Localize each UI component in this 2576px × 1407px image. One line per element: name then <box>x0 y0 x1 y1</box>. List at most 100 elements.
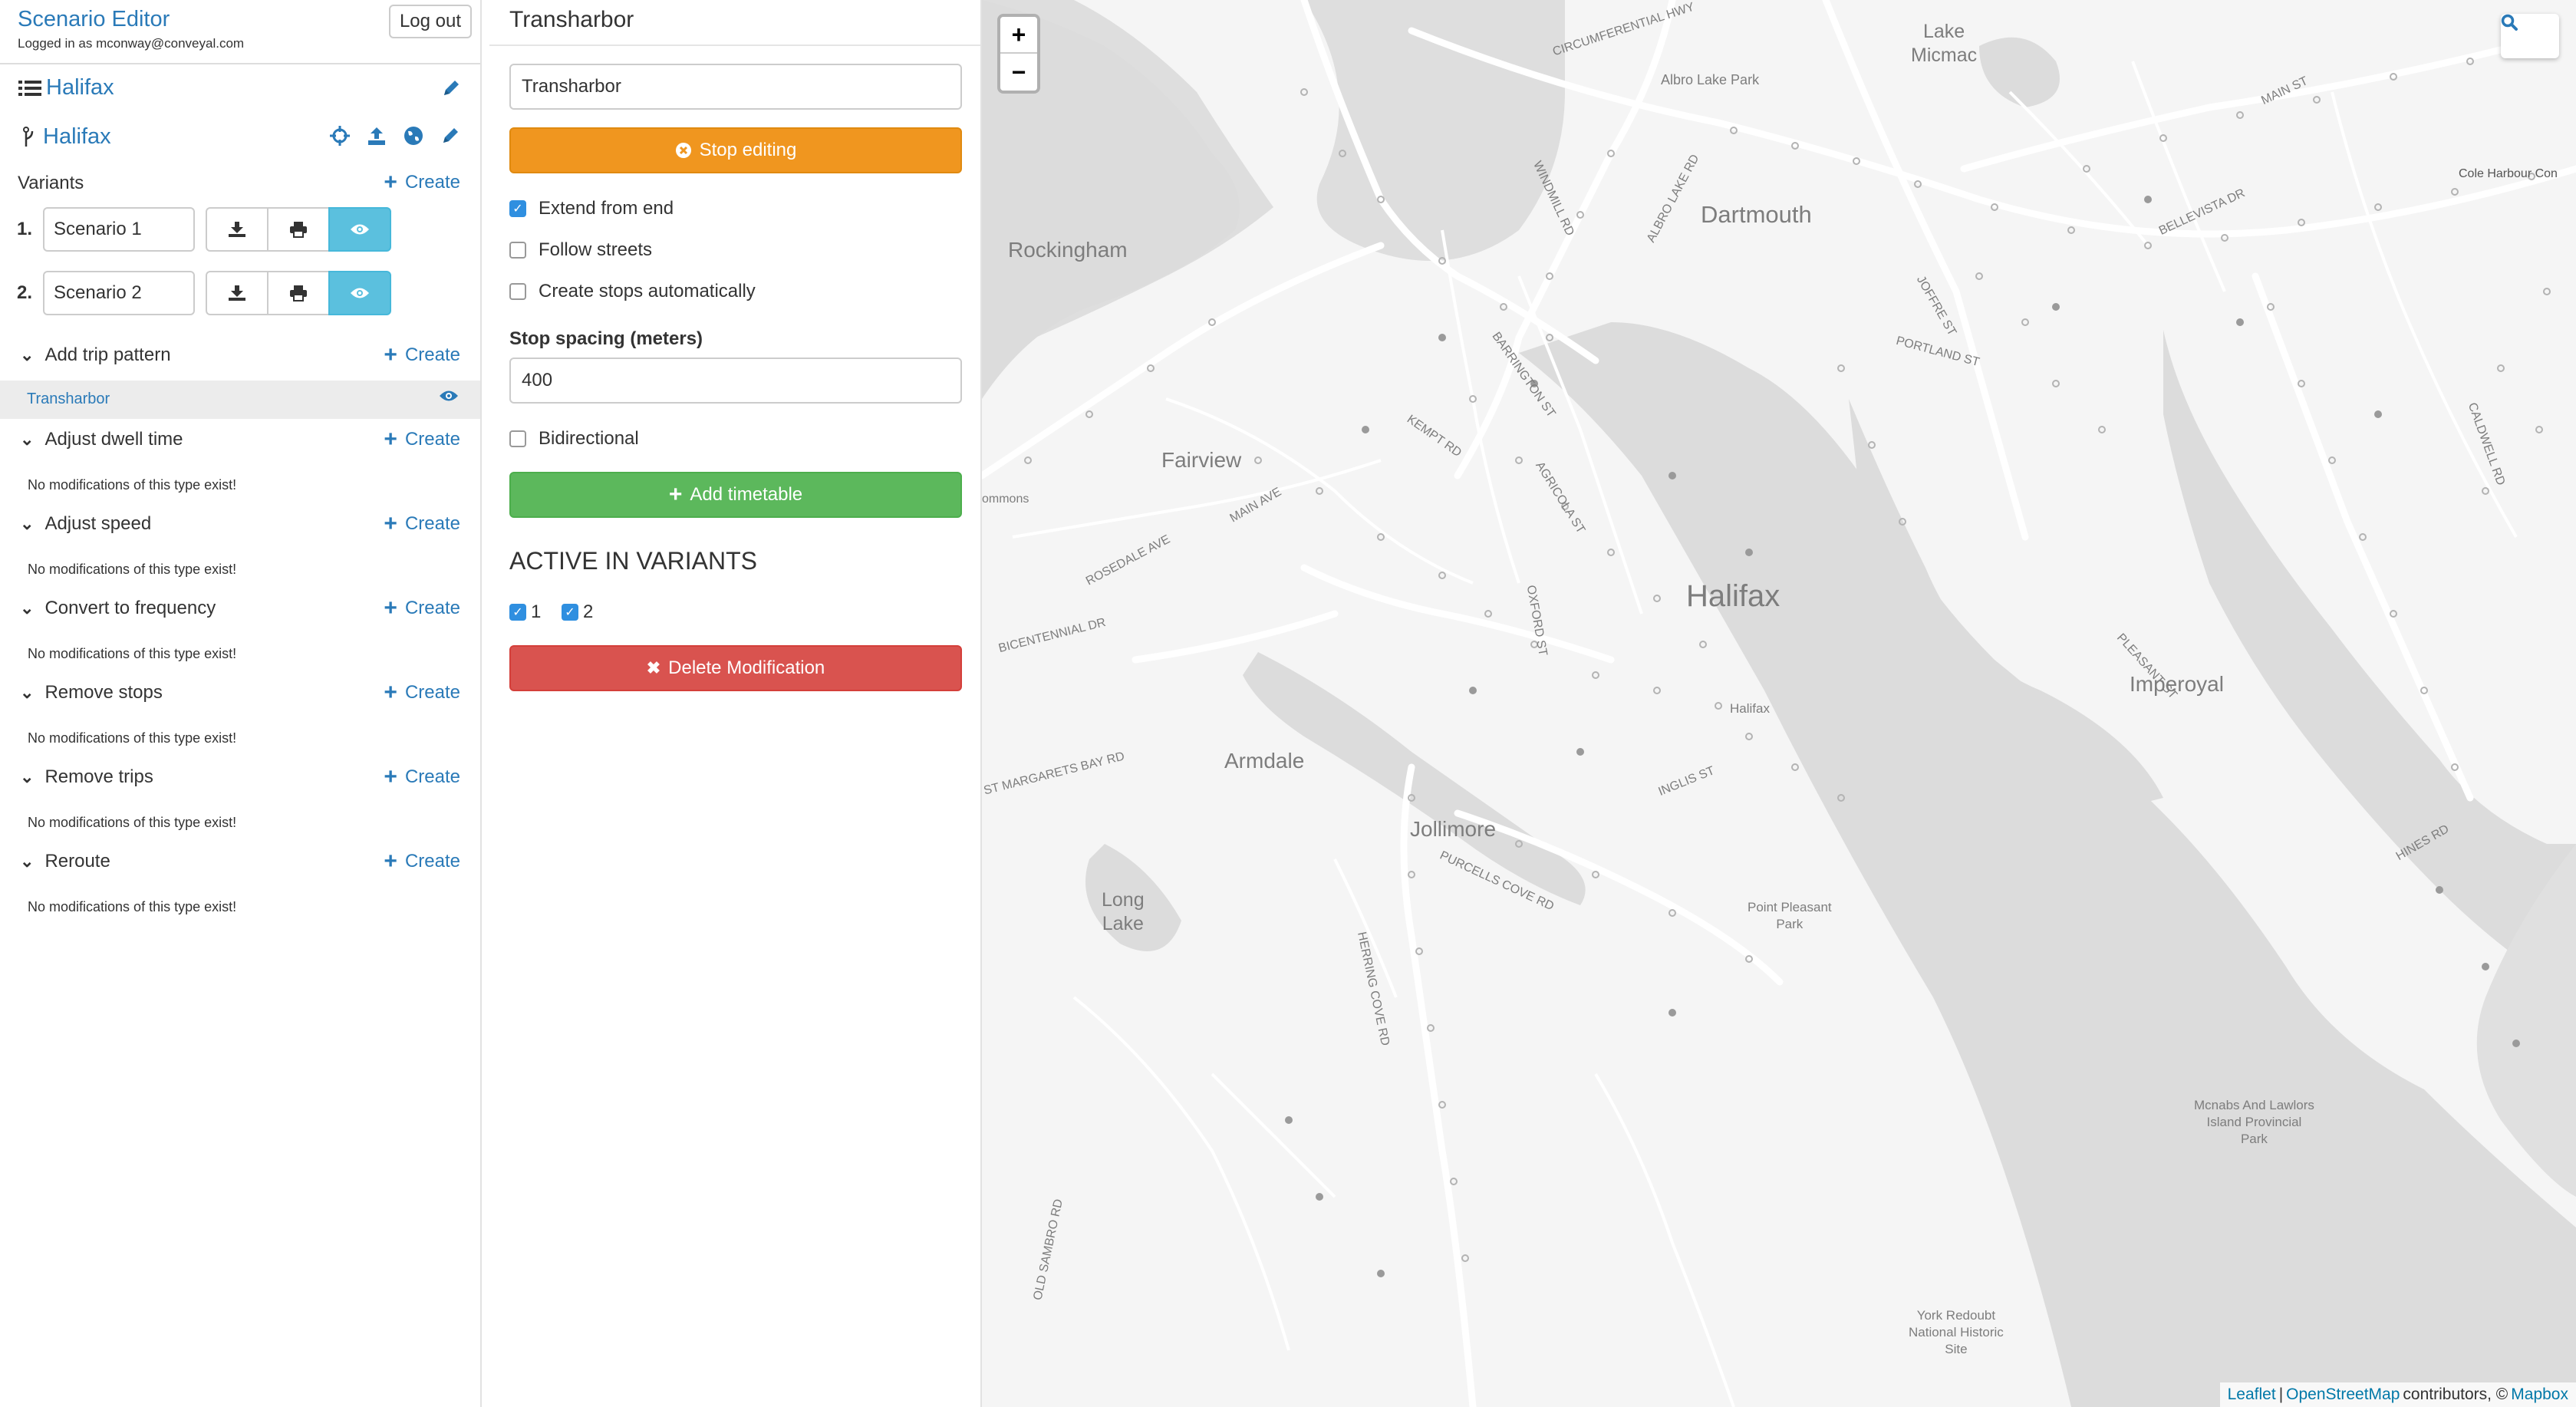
stop-editing-button[interactable]: Stop editing <box>509 127 962 173</box>
section-convert-to-frequency[interactable]: ⌄ Convert to frequency <box>20 598 216 619</box>
logged-in-text: Logged in as mconway@conveyal.com <box>18 36 245 51</box>
chevron-down-icon: ⌄ <box>20 683 35 702</box>
close-circle-icon <box>675 143 691 158</box>
map-label-line: Long <box>1102 889 1145 911</box>
variant-name-input[interactable]: Scenario 2 <box>43 271 195 315</box>
checkbox-icon[interactable] <box>509 242 526 259</box>
eye-icon[interactable] <box>439 388 459 404</box>
print-variant-button[interactable] <box>267 207 330 252</box>
map-label-long-lake: Long Lake <box>1102 888 1145 936</box>
bidirectional-checkbox[interactable]: Bidirectional <box>509 428 639 450</box>
checkbox-checked-icon[interactable]: ✓ <box>562 604 578 621</box>
create-label: Create <box>404 766 460 787</box>
button-label: Delete Modification <box>668 657 825 678</box>
map-view[interactable]: Lake Micmac Albro Lake Park Dartmouth Ro… <box>982 0 2576 1407</box>
list-icon <box>18 80 41 96</box>
checkbox-label: 2 <box>583 601 594 622</box>
globe-icon[interactable] <box>404 126 423 146</box>
leaflet-link[interactable]: Leaflet <box>2228 1386 2276 1404</box>
bundle-row[interactable]: Halifax <box>23 124 111 150</box>
add-timetable-button[interactable]: + Add timetable <box>509 472 962 518</box>
modification-editor: Transharbor Transharbor Stop editing ✓ E… <box>489 0 982 1407</box>
map-label-line: National Historic <box>1909 1325 2004 1339</box>
section-remove-trips[interactable]: ⌄ Remove trips <box>20 766 153 788</box>
create-reroute-button[interactable]: + Create <box>384 850 460 873</box>
download-variant-button[interactable] <box>206 207 268 252</box>
mapbox-link[interactable]: Mapbox <box>2511 1386 2568 1404</box>
crosshair-icon[interactable] <box>330 126 350 146</box>
show-variant-button[interactable] <box>328 207 391 252</box>
create-adjust-speed-button[interactable]: + Create <box>384 512 460 535</box>
osm-link[interactable]: OpenStreetMap <box>2286 1386 2400 1404</box>
download-icon <box>229 222 245 237</box>
empty-message: No modifications of this type exist! <box>28 646 237 661</box>
chevron-down-icon: ⌄ <box>20 598 35 618</box>
edit-project-pencil-icon[interactable] <box>441 78 461 98</box>
delete-modification-button[interactable]: ✖ Delete Modification <box>509 645 962 691</box>
checkbox-label: 1 <box>531 601 542 622</box>
zoom-out-button[interactable]: − <box>1000 54 1037 91</box>
show-variant-button[interactable] <box>328 271 391 315</box>
create-convert-to-frequency-button[interactable]: + Create <box>384 597 460 620</box>
print-icon <box>290 222 307 238</box>
section-adjust-dwell-time[interactable]: ⌄ Adjust dwell time <box>20 429 183 450</box>
create-remove-stops-button[interactable]: + Create <box>384 681 460 704</box>
section-label: Add trip pattern <box>44 344 171 365</box>
checkbox-label: Follow streets <box>539 239 653 260</box>
section-adjust-speed[interactable]: ⌄ Adjust speed <box>20 513 151 535</box>
stop-spacing-input[interactable]: 400 <box>509 358 962 404</box>
logout-button[interactable]: Log out <box>389 5 472 38</box>
print-icon <box>290 285 307 302</box>
download-variant-button[interactable] <box>206 271 268 315</box>
active-variant-1-checkbox[interactable]: ✓ 1 <box>509 601 541 623</box>
section-add-trip-pattern[interactable]: ⌄ Add trip pattern <box>20 344 171 366</box>
section-reroute[interactable]: ⌄ Reroute <box>20 851 110 872</box>
map-label-albro-lake-park: Albro Lake Park <box>1661 72 1760 87</box>
checkbox-checked-icon[interactable]: ✓ <box>509 604 526 621</box>
variant-name-input[interactable]: Scenario 1 <box>43 207 195 252</box>
edit-bundle-pencil-icon[interactable] <box>440 126 460 146</box>
create-label: Create <box>404 172 460 193</box>
extend-from-end-checkbox[interactable]: ✓ Extend from end <box>509 198 674 219</box>
map-label-fairview: Fairview <box>1161 448 1242 472</box>
checkbox-icon[interactable] <box>509 430 526 447</box>
variant-actions <box>206 271 391 315</box>
app-title[interactable]: Scenario Editor <box>18 7 170 32</box>
create-remove-trips-button[interactable]: + Create <box>384 764 460 789</box>
eye-icon <box>351 288 369 298</box>
modification-item-label[interactable]: Transharbor <box>27 390 110 408</box>
zoom-in-button[interactable]: + <box>1000 17 1037 54</box>
active-variant-2-checkbox[interactable]: ✓ 2 <box>562 601 593 623</box>
bundle-name[interactable]: Halifax <box>43 124 111 150</box>
map-label-point-pleasant: Point Pleasant Park <box>1748 899 1832 933</box>
follow-streets-checkbox[interactable]: Follow streets <box>509 239 652 261</box>
checkbox-label: Bidirectional <box>539 428 639 449</box>
create-stops-checkbox[interactable]: Create stops automatically <box>509 281 756 302</box>
section-label: Reroute <box>44 851 110 872</box>
project-name[interactable]: Halifax <box>46 75 114 100</box>
empty-message: No modifications of this type exist! <box>28 899 237 914</box>
checkbox-checked-icon[interactable]: ✓ <box>509 200 526 217</box>
map-label-mcnabs-island: Mcnabs And Lawlors Island Provincial Par… <box>2194 1097 2314 1148</box>
checkbox-label: Create stops automatically <box>539 281 756 302</box>
create-label: Create <box>404 429 460 450</box>
empty-message: No modifications of this type exist! <box>28 730 237 746</box>
section-remove-stops[interactable]: ⌄ Remove stops <box>20 682 163 704</box>
chevron-down-icon: ⌄ <box>20 852 35 871</box>
project-row[interactable]: Halifax <box>18 75 114 100</box>
map-label-line: Park <box>1776 917 1804 931</box>
create-add-trip-pattern-button[interactable]: + Create <box>384 344 460 367</box>
empty-message: No modifications of this type exist! <box>28 562 237 577</box>
map-search-button[interactable] <box>2501 14 2559 58</box>
plus-icon: + <box>384 764 397 789</box>
scenario-sidebar: Scenario Editor Logged in as mconway@con… <box>0 0 482 1407</box>
attribution-text: contributors, © <box>2403 1386 2508 1403</box>
modification-name-input[interactable]: Transharbor <box>509 64 962 110</box>
download-icon <box>229 285 245 301</box>
create-variant-button[interactable]: + Create <box>384 171 460 194</box>
create-adjust-dwell-time-button[interactable]: + Create <box>384 428 460 451</box>
upload-icon[interactable] <box>367 126 387 146</box>
checkbox-icon[interactable] <box>509 283 526 300</box>
bundle-actions <box>330 126 460 146</box>
print-variant-button[interactable] <box>267 271 330 315</box>
